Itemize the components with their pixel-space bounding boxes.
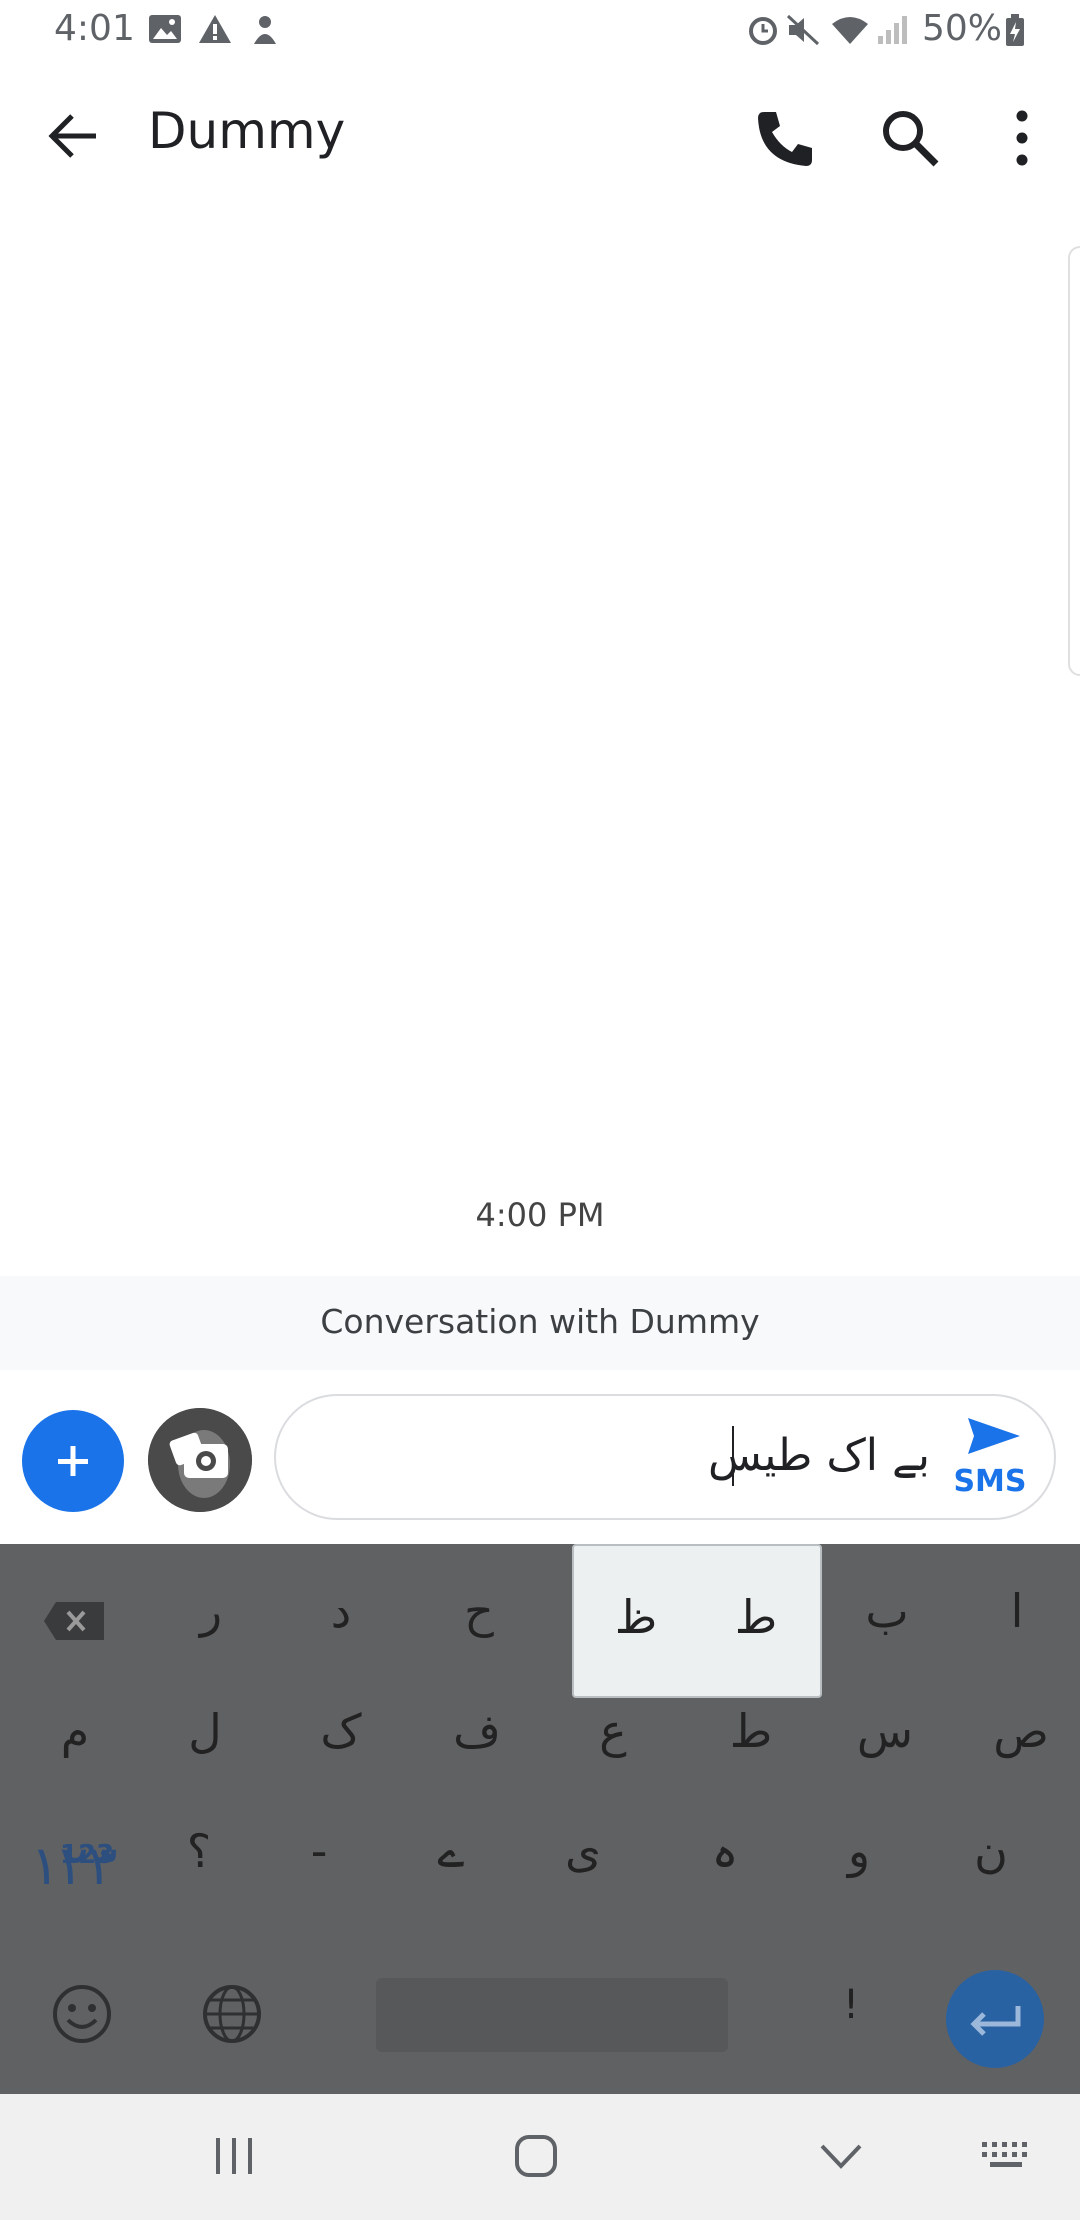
battery-charging-icon (1006, 14, 1024, 46)
conversation-banner-text: Conversation with Dummy (320, 1302, 760, 1341)
wifi-icon (832, 17, 868, 44)
key-beh[interactable]: ب (852, 1584, 922, 1638)
key-choti-yeh[interactable]: ی (548, 1824, 618, 1878)
key-popup: ظ ط (572, 1544, 822, 1698)
emoji-key[interactable] (50, 1982, 114, 2046)
enter-key[interactable] (946, 1970, 1044, 2068)
key-dash[interactable]: - (284, 1824, 354, 1878)
key-kaf[interactable]: ک (306, 1704, 376, 1758)
status-bar: 4:01 50% (0, 0, 1080, 64)
key-dal[interactable]: د (306, 1584, 376, 1638)
mute-icon (786, 14, 820, 46)
keyboard-switch-icon[interactable] (980, 2138, 1036, 2174)
popup-key-tah[interactable]: ط (716, 1590, 796, 1644)
key-seen[interactable]: س (850, 1704, 920, 1758)
key-question[interactable]: ؟ (164, 1824, 234, 1878)
key-noon[interactable]: ن (956, 1824, 1026, 1878)
plus-icon (58, 1446, 88, 1476)
key-bari-yeh[interactable]: ے (416, 1824, 486, 1878)
key-lam[interactable]: ل (170, 1704, 240, 1758)
key-sad[interactable]: ص (986, 1704, 1056, 1758)
send-icon (968, 1418, 1020, 1454)
notification-icon (254, 16, 276, 44)
message-input[interactable]: بے اک طیس SMS (274, 1394, 1056, 1520)
message-text: بے اک طیس (708, 1430, 930, 1481)
send-label: SMS (953, 1464, 1027, 1499)
camera-button[interactable] (148, 1408, 252, 1512)
back-arrow-icon[interactable] (40, 102, 108, 170)
status-time: 4:01 (54, 8, 135, 49)
space-key[interactable] (376, 1978, 728, 2052)
key-hah[interactable]: ح (444, 1584, 514, 1638)
conversation-title: Dummy (148, 102, 346, 160)
key-meem[interactable]: م (40, 1704, 110, 1758)
conversation-banner: Conversation with Dummy (0, 1276, 1080, 1370)
key-waw[interactable]: و (824, 1824, 894, 1878)
add-attachment-button[interactable] (22, 1410, 124, 1512)
send-sms-button[interactable]: SMS (940, 1414, 1040, 1510)
camera-icon (148, 1408, 252, 1512)
scroll-edge (1068, 246, 1080, 676)
text-cursor (732, 1426, 734, 1486)
phone-icon[interactable] (750, 104, 818, 172)
globe-key[interactable] (200, 1982, 264, 2046)
battery-percentage: 50% (922, 8, 1003, 49)
home-icon[interactable] (512, 2132, 562, 2182)
popup-key-zah[interactable]: ظ (596, 1590, 676, 1644)
enter-icon (970, 2006, 1021, 2036)
key-alef[interactable]: ا (982, 1584, 1052, 1638)
number-switch-hint: 123 (60, 1840, 115, 1870)
key-ain[interactable]: ع (578, 1704, 648, 1758)
search-icon[interactable] (876, 104, 944, 172)
key-feh[interactable]: ف (442, 1704, 512, 1758)
key-reh[interactable]: ر (176, 1584, 246, 1638)
warning-icon (199, 15, 231, 43)
hide-keyboard-icon[interactable] (816, 2138, 866, 2174)
recent-apps-icon[interactable] (210, 2134, 260, 2178)
key-exclamation[interactable]: ! (816, 1982, 886, 2028)
backspace-key[interactable] (44, 1600, 106, 1642)
key-heh[interactable]: ہ (690, 1824, 760, 1878)
message-timestamp: 4:00 PM (475, 1196, 605, 1234)
more-vert-icon[interactable] (990, 104, 1058, 172)
signal-icon (878, 16, 907, 44)
alarm-icon (749, 17, 777, 45)
key-tah[interactable]: ط (716, 1704, 786, 1758)
navigation-bar (0, 2094, 1080, 2220)
keyboard: ر د ح ب ا ظ ط ص س ط ع ف ک ل م ۱۲۳ 123 ؟ … (0, 1544, 1080, 2094)
image-icon (149, 15, 181, 43)
app-bar: Dummy (0, 64, 1080, 208)
